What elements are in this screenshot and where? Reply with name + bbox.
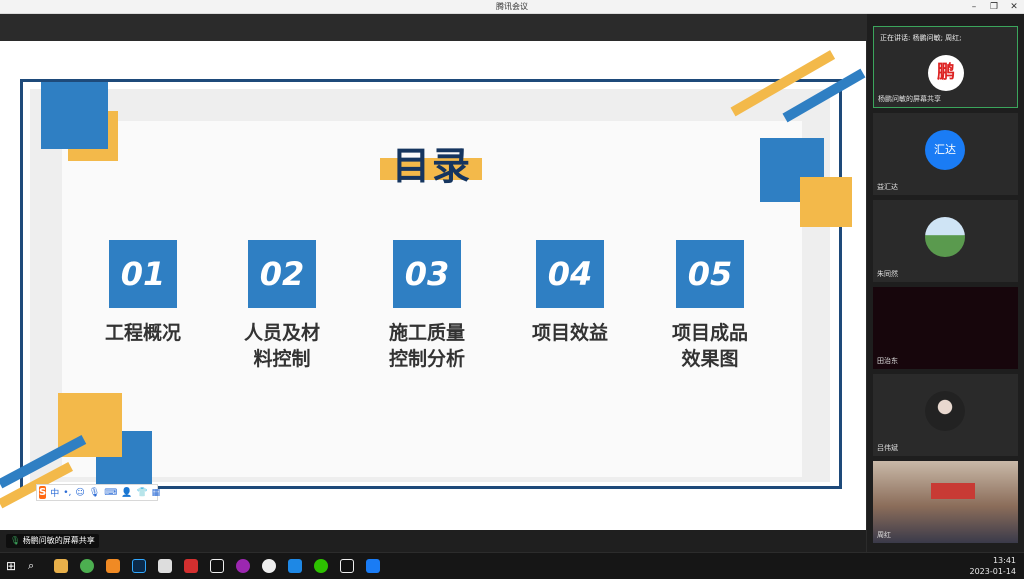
minimize-button[interactable]: – bbox=[964, 0, 984, 14]
participant-name: 杨鹏问敏的屏幕共享 bbox=[878, 95, 941, 103]
participant-name: 周红 bbox=[877, 531, 891, 539]
app-icon[interactable] bbox=[236, 559, 250, 573]
share-top-strip bbox=[0, 14, 866, 41]
shared-screen: 目录 01 工程概况 02 人员及材 料控制 03 施工质量 控制分析 04 项… bbox=[0, 14, 866, 530]
capcut-icon[interactable] bbox=[210, 559, 224, 573]
avatar bbox=[925, 217, 965, 257]
participant-panel: 正在讲话: 杨鹏问敏; 周红; 鹏 杨鹏问敏的屏幕共享 汇达 益汇达 朱同然 田… bbox=[866, 14, 1024, 552]
emoji-icon[interactable]: ☺ bbox=[75, 488, 84, 498]
grid-icon[interactable]: ▦ bbox=[152, 488, 161, 498]
participant-tile[interactable]: 田治东 bbox=[873, 287, 1018, 369]
avatar: 汇达 bbox=[925, 130, 965, 170]
tencent-meeting-icon[interactable] bbox=[366, 559, 380, 573]
participant-video-tile[interactable]: 周红 bbox=[873, 461, 1018, 543]
speaking-indicator: 正在讲话: 杨鹏问敏; 周红; bbox=[880, 34, 962, 42]
toc-label: 项目成品 效果图 bbox=[671, 322, 748, 370]
taskbar: ⊞ ⌕ 13:41 2023-01-14 bbox=[0, 552, 1024, 579]
deco-square-gold-tr bbox=[800, 177, 852, 227]
share-label: 🎙 杨鹏问敏的屏幕共享 bbox=[6, 534, 99, 548]
close-button[interactable]: ✕ bbox=[1004, 0, 1024, 14]
window-title-bar: 腾讯会议 – ❐ ✕ bbox=[0, 0, 1024, 14]
toc-number: 04 bbox=[536, 240, 604, 308]
mic-icon: 🎙 bbox=[10, 536, 21, 545]
chrome-icon[interactable] bbox=[80, 559, 94, 573]
file-explorer-icon[interactable] bbox=[54, 559, 68, 573]
slide-title: 目录 bbox=[391, 144, 472, 188]
toc-number: 02 bbox=[248, 240, 316, 308]
clock-date: 2023-01-14 bbox=[969, 567, 1017, 576]
toc-item-5: 05 项目成品 效果图 bbox=[650, 240, 770, 372]
share-status-bar: 🎙 杨鹏问敏的屏幕共享 bbox=[0, 530, 866, 552]
user-icon[interactable]: 👤 bbox=[121, 488, 132, 498]
toc-number: 03 bbox=[393, 240, 461, 308]
participant-tile[interactable]: 朱同然 bbox=[873, 200, 1018, 282]
toc-number: 01 bbox=[109, 240, 177, 308]
toc-label: 工程概况 bbox=[104, 322, 181, 344]
toc-label: 人员及材 料控制 bbox=[243, 322, 320, 370]
windows-start-icon[interactable]: ⊞ bbox=[6, 559, 20, 573]
avatar bbox=[925, 391, 965, 431]
clock-time: 13:41 bbox=[992, 556, 1016, 565]
app-icon[interactable] bbox=[288, 559, 302, 573]
taskbar-clock[interactable]: 13:41 2023-01-14 bbox=[970, 555, 1017, 577]
presentation-slide: 目录 01 工程概况 02 人员及材 料控制 03 施工质量 控制分析 04 项… bbox=[0, 41, 866, 530]
toc-item-1: 01 工程概况 bbox=[83, 240, 203, 346]
toc-label: 施工质量 控制分析 bbox=[388, 322, 465, 370]
capcut-icon[interactable] bbox=[340, 559, 354, 573]
maximize-button[interactable]: ❐ bbox=[984, 0, 1004, 14]
toc-item-2: 02 人员及材 料控制 bbox=[222, 240, 342, 372]
keyboard-icon[interactable]: ⌨ bbox=[104, 488, 117, 498]
participant-name: 吕伟斌 bbox=[877, 444, 898, 452]
window-title: 腾讯会议 bbox=[496, 2, 528, 11]
participant-name: 益汇达 bbox=[877, 183, 898, 191]
participant-name: 朱同然 bbox=[877, 270, 898, 278]
wps-icon[interactable] bbox=[184, 559, 198, 573]
microphone-icon[interactable]: 🎙 bbox=[89, 488, 100, 498]
toc-number: 05 bbox=[676, 240, 744, 308]
avatar: 鹏 bbox=[928, 55, 964, 91]
calculator-icon[interactable] bbox=[158, 559, 172, 573]
app-icon[interactable] bbox=[262, 559, 276, 573]
photoshop-icon[interactable] bbox=[132, 559, 146, 573]
video-banner bbox=[931, 483, 975, 499]
wechat-icon[interactable] bbox=[314, 559, 328, 573]
ime-mode-toggle[interactable]: 中 bbox=[50, 486, 59, 499]
toc-item-4: 04 项目效益 bbox=[510, 240, 630, 346]
app-icon[interactable] bbox=[106, 559, 120, 573]
share-label-text: 杨鹏问敏的屏幕共享 bbox=[22, 536, 95, 545]
search-icon[interactable]: ⌕ bbox=[28, 559, 42, 573]
participant-tile[interactable]: 汇达 益汇达 bbox=[873, 113, 1018, 195]
skin-icon[interactable]: 👕 bbox=[136, 488, 147, 498]
toc-item-3: 03 施工质量 控制分析 bbox=[367, 240, 487, 372]
ime-toolbar[interactable]: S 中 •, ☺ 🎙 ⌨ 👤 👕 ▦ bbox=[36, 484, 161, 501]
deco-square-blue-tl bbox=[41, 82, 108, 149]
toc-label: 项目效益 bbox=[531, 322, 608, 344]
participant-tile[interactable]: 吕伟斌 bbox=[873, 374, 1018, 456]
sogou-ime-icon[interactable]: S bbox=[39, 486, 47, 499]
punctuation-icon[interactable]: •, bbox=[63, 488, 71, 498]
participant-tile[interactable]: 正在讲话: 杨鹏问敏; 周红; 鹏 杨鹏问敏的屏幕共享 bbox=[873, 26, 1018, 108]
participant-name: 田治东 bbox=[877, 357, 898, 365]
